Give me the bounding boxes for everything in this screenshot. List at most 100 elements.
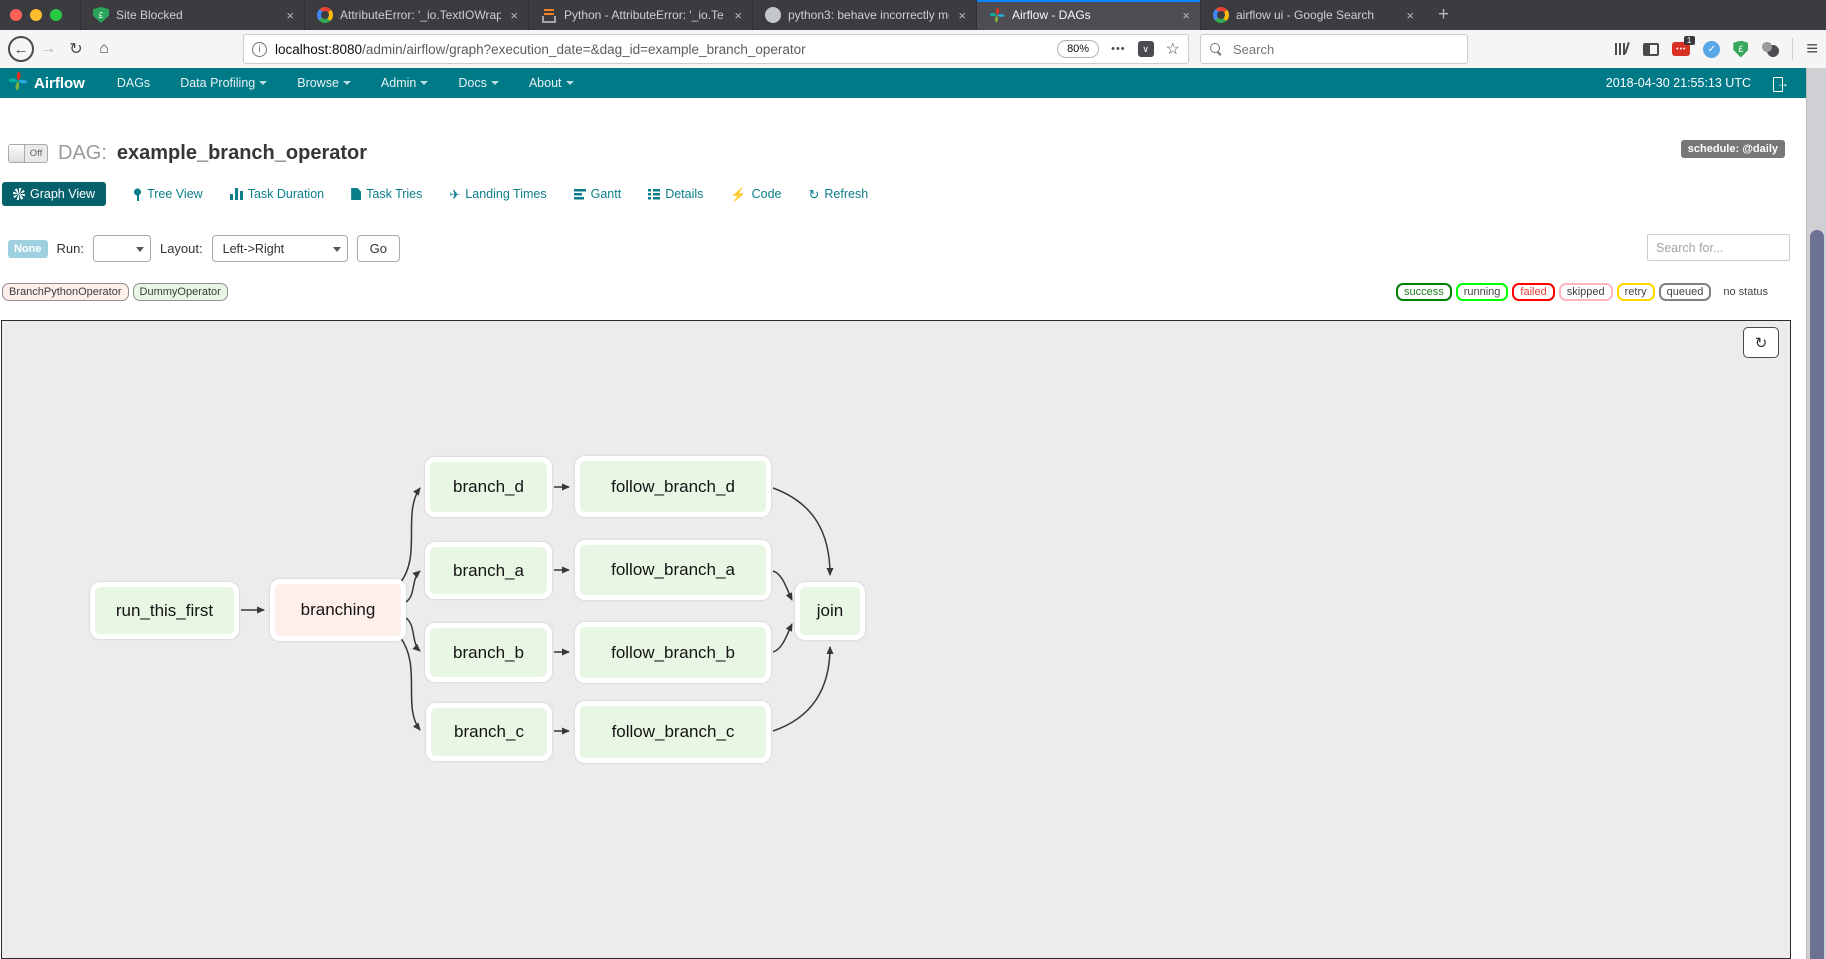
dag-node-follow_branch_a[interactable]: follow_branch_a: [575, 540, 771, 600]
tab-title: python3: behave incorrectly mo: [788, 8, 949, 22]
browser-tab-1[interactable]: AttributeError: '_io.TextIOWrapp×: [304, 0, 528, 30]
view-button-label: Tree View: [147, 187, 203, 201]
run-select[interactable]: [93, 235, 151, 262]
reload-button[interactable]: ↻: [62, 35, 90, 63]
dag-node-branch_d[interactable]: branch_d: [425, 457, 552, 517]
home-button[interactable]: ⌂: [90, 35, 118, 63]
navbar-item-label: Docs: [458, 76, 486, 90]
navbar-item-admin[interactable]: Admin: [381, 76, 428, 90]
run-status-badge: None: [8, 240, 48, 258]
dag-title-row: Off DAG: example_branch_operator: [8, 142, 367, 165]
browser-tab-4[interactable]: Airflow - DAGs ×: [976, 0, 1200, 30]
vertical-scrollbar[interactable]: [1806, 68, 1826, 959]
page-actions-icon[interactable]: •••: [1111, 43, 1126, 55]
navbar-item-label: About: [529, 76, 562, 90]
navbar-item-docs[interactable]: Docs: [458, 76, 498, 90]
task-search-input[interactable]: [1647, 234, 1790, 261]
go-button[interactable]: Go: [357, 235, 400, 262]
close-window-button[interactable]: [10, 9, 22, 21]
site-info-icon[interactable]: i: [252, 42, 267, 57]
dag-node-branch_a[interactable]: branch_a: [425, 542, 552, 599]
dag-node-join[interactable]: join: [795, 582, 865, 640]
operator-pill-dummyoperator: DummyOperator: [133, 283, 228, 301]
extension-blue-icon[interactable]: ✓: [1703, 41, 1720, 58]
dag-node-follow_branch_c[interactable]: follow_branch_c: [575, 701, 771, 763]
browser-search-input[interactable]: [1231, 41, 1458, 58]
dag-node-branch_b[interactable]: branch_b: [425, 623, 552, 682]
legend-row: BranchPythonOperatorDummyOperator succes…: [2, 283, 1790, 303]
minimize-window-button[interactable]: [30, 9, 42, 21]
menu-icon[interactable]: ≡: [1806, 39, 1818, 59]
schedule-badge: schedule: @daily: [1681, 140, 1785, 158]
browser-tab-5[interactable]: airflow ui - Google Search ×: [1200, 0, 1424, 30]
edge-follow_branch_c-to-join: [773, 647, 830, 731]
dag-node-follow_branch_b[interactable]: follow_branch_b: [575, 622, 771, 683]
extension-spheres-icon[interactable]: [1761, 41, 1779, 57]
navbar-item-data-profiling[interactable]: Data Profiling: [180, 76, 267, 90]
browser-tab-2[interactable]: Python - AttributeError: '_io.Te×: [528, 0, 752, 30]
tab-close-icon[interactable]: ×: [956, 8, 968, 23]
browser-window: £Site Blocked×AttributeError: '_io.TextI…: [0, 0, 1826, 959]
zoom-level-indicator[interactable]: 80%: [1057, 40, 1099, 58]
view-button-tree-view[interactable]: Tree View: [133, 187, 203, 201]
navbar-item-dags[interactable]: DAGs: [117, 76, 150, 90]
graph-refresh-button[interactable]: ↻: [1743, 327, 1779, 358]
dag-node-branch_c[interactable]: branch_c: [426, 703, 552, 761]
view-button-label: Task Duration: [248, 187, 324, 201]
dag-node-run_this_first[interactable]: run_this_first: [90, 582, 239, 639]
sidebar-icon[interactable]: [1643, 43, 1659, 56]
tab-close-icon[interactable]: ×: [284, 8, 296, 23]
tab-close-icon[interactable]: ×: [1180, 8, 1192, 23]
refresh-icon: ↻: [808, 188, 819, 201]
extension-shield-icon[interactable]: £: [1733, 41, 1748, 58]
tab-close-icon[interactable]: ×: [508, 8, 520, 23]
view-button-task-duration[interactable]: Task Duration: [230, 187, 324, 201]
chevron-down-icon: [491, 81, 499, 85]
browser-tab-3[interactable]: python3: behave incorrectly mo ×: [752, 0, 976, 30]
state-pill-queued: queued: [1659, 283, 1712, 301]
back-button[interactable]: ←: [8, 36, 34, 62]
browser-tab-0[interactable]: £Site Blocked×: [80, 0, 304, 30]
view-button-graph-view[interactable]: Graph View: [2, 182, 106, 206]
tabs-container: £Site Blocked×AttributeError: '_io.TextI…: [80, 0, 1424, 30]
airflow-navbar-right: 2018-04-30 21:55:13 UTC: [1606, 76, 1788, 90]
extension-red-icon[interactable]: •••1: [1672, 42, 1690, 56]
view-button-gantt[interactable]: Gantt: [574, 187, 622, 201]
google-favicon: [1213, 7, 1229, 23]
url-text[interactable]: localhost:8080/admin/airflow/graph?execu…: [275, 42, 1057, 57]
tab-close-icon[interactable]: ×: [1404, 8, 1416, 23]
bookmark-star-icon[interactable]: ☆: [1166, 39, 1180, 59]
dag-node-follow_branch_d[interactable]: follow_branch_d: [575, 456, 771, 517]
browser-search-bar[interactable]: [1200, 34, 1468, 64]
scrollbar-thumb[interactable]: [1810, 230, 1824, 959]
pocket-icon[interactable]: ∨: [1138, 41, 1154, 57]
new-tab-button[interactable]: +: [1424, 0, 1463, 30]
graph-view-icon: [13, 188, 25, 200]
layout-select[interactable]: Left->Right: [212, 235, 348, 262]
navbar-item-browse[interactable]: Browse: [297, 76, 351, 90]
dag-pause-toggle[interactable]: Off: [8, 144, 48, 163]
view-button-refresh[interactable]: ↻Refresh: [808, 187, 868, 201]
airflow-brand[interactable]: Airflow: [8, 71, 85, 95]
tab-close-icon[interactable]: ×: [732, 8, 744, 23]
view-button-task-tries[interactable]: Task Tries: [351, 187, 422, 201]
url-bar[interactable]: i localhost:8080/admin/airflow/graph?exe…: [243, 34, 1189, 64]
view-button-details[interactable]: Details: [648, 187, 703, 201]
navbar-item-about[interactable]: About: [529, 76, 574, 90]
state-legend: successrunningfailedskippedretryqueuedno…: [1396, 283, 1776, 301]
view-button-code[interactable]: ⚡Code: [730, 187, 781, 201]
zoom-window-button[interactable]: [50, 9, 62, 21]
logout-icon[interactable]: [1773, 77, 1788, 90]
edge-follow_branch_d-to-join: [773, 488, 830, 575]
forward-button[interactable]: →: [34, 35, 62, 63]
chevron-down-icon: [566, 81, 574, 85]
view-button-landing-times[interactable]: ✈Landing Times: [449, 187, 546, 201]
edge-follow_branch_b-to-join: [773, 624, 792, 652]
graph-controls: None Run: Layout: Left->Right Go: [8, 235, 400, 262]
view-button-label: Details: [665, 187, 703, 201]
tab-title: airflow ui - Google Search: [1236, 8, 1397, 22]
state-pill-success: success: [1396, 283, 1452, 301]
dag-node-branching[interactable]: branching: [270, 579, 406, 641]
library-icon[interactable]: [1615, 42, 1630, 56]
tab-title: Airflow - DAGs: [1012, 8, 1173, 22]
